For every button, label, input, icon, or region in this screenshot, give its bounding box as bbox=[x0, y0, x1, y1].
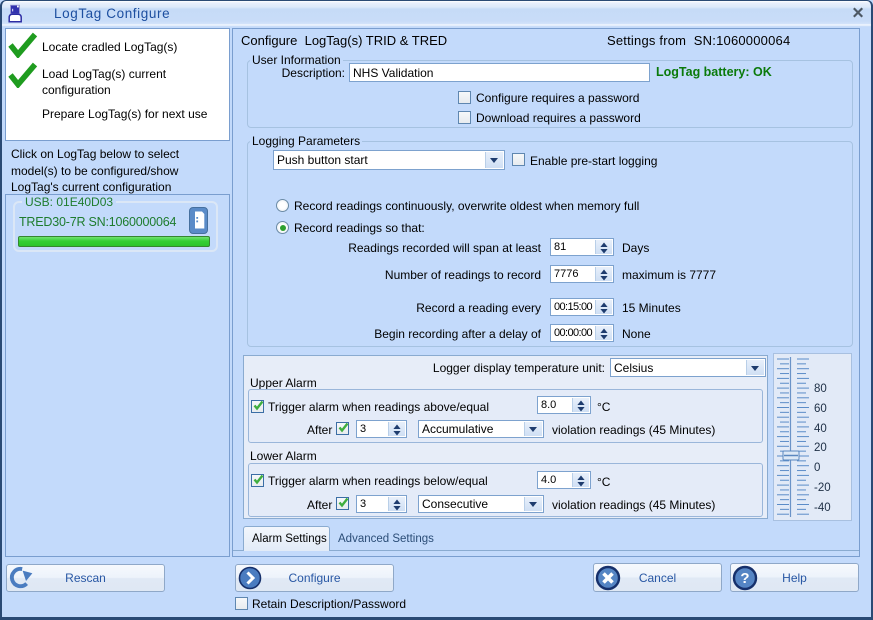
svg-text:80: 80 bbox=[814, 383, 827, 395]
svg-text:0: 0 bbox=[814, 462, 820, 474]
svg-text:40: 40 bbox=[814, 423, 827, 435]
svg-text:?: ? bbox=[740, 570, 749, 587]
svg-text:-40: -40 bbox=[814, 502, 831, 514]
svg-text:-20: -20 bbox=[814, 482, 831, 494]
svg-text:20: 20 bbox=[814, 442, 827, 454]
svg-text:60: 60 bbox=[814, 403, 827, 415]
